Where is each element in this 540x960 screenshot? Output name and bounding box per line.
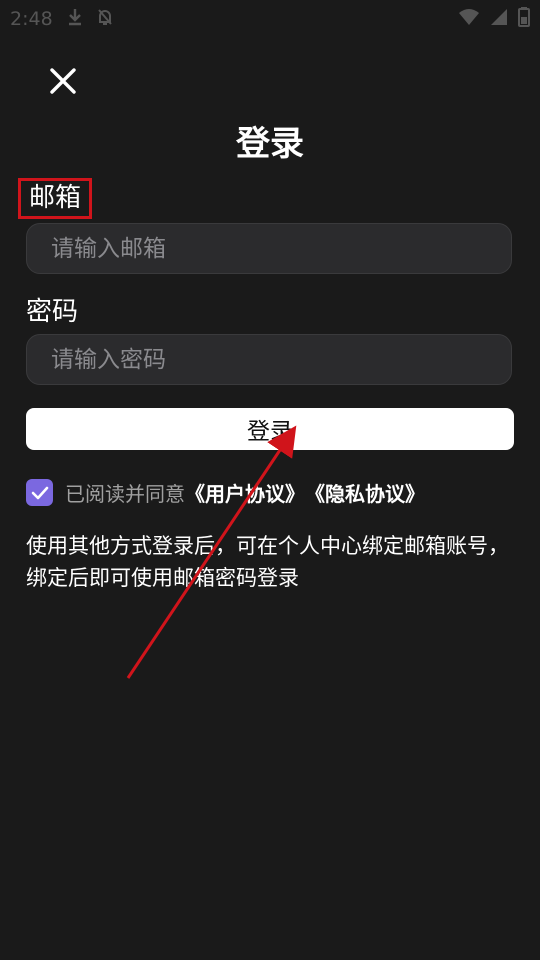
login-screen: 2:48 登录 邮箱 密码: [0, 0, 540, 960]
password-input[interactable]: [49, 345, 511, 374]
email-label: 邮箱: [18, 178, 93, 219]
password-label: 密码: [26, 297, 79, 327]
close-icon: [50, 68, 76, 98]
user-agreement-link[interactable]: 《用户协议》: [185, 478, 305, 507]
signal-icon: [490, 8, 508, 30]
agreement-checkbox[interactable]: [26, 479, 53, 506]
wifi-icon: [458, 8, 480, 30]
password-field[interactable]: [26, 334, 512, 385]
login-button[interactable]: 登录: [26, 408, 514, 450]
email-field[interactable]: [26, 223, 512, 274]
privacy-policy-link[interactable]: 《隐私协议》: [305, 478, 425, 507]
checkmark-icon: [31, 481, 49, 505]
status-time: 2:48: [10, 8, 53, 30]
battery-icon: [518, 7, 530, 31]
close-button[interactable]: [44, 64, 82, 102]
status-right: [458, 7, 540, 31]
agreement-row: 已阅读并同意 《用户协议》 《隐私协议》: [26, 478, 425, 507]
agreement-prefix: 已阅读并同意: [65, 482, 185, 506]
download-icon: [67, 8, 83, 31]
notification-icon: [97, 8, 113, 31]
email-input[interactable]: [49, 234, 511, 263]
status-bar: 2:48: [0, 0, 540, 38]
page-title: 登录: [236, 124, 304, 164]
status-left: 2:48: [0, 8, 113, 31]
binding-tip: 使用其他方式登录后，可在个人中心绑定邮箱账号，绑定后即可使用邮箱密码登录: [26, 534, 509, 590]
